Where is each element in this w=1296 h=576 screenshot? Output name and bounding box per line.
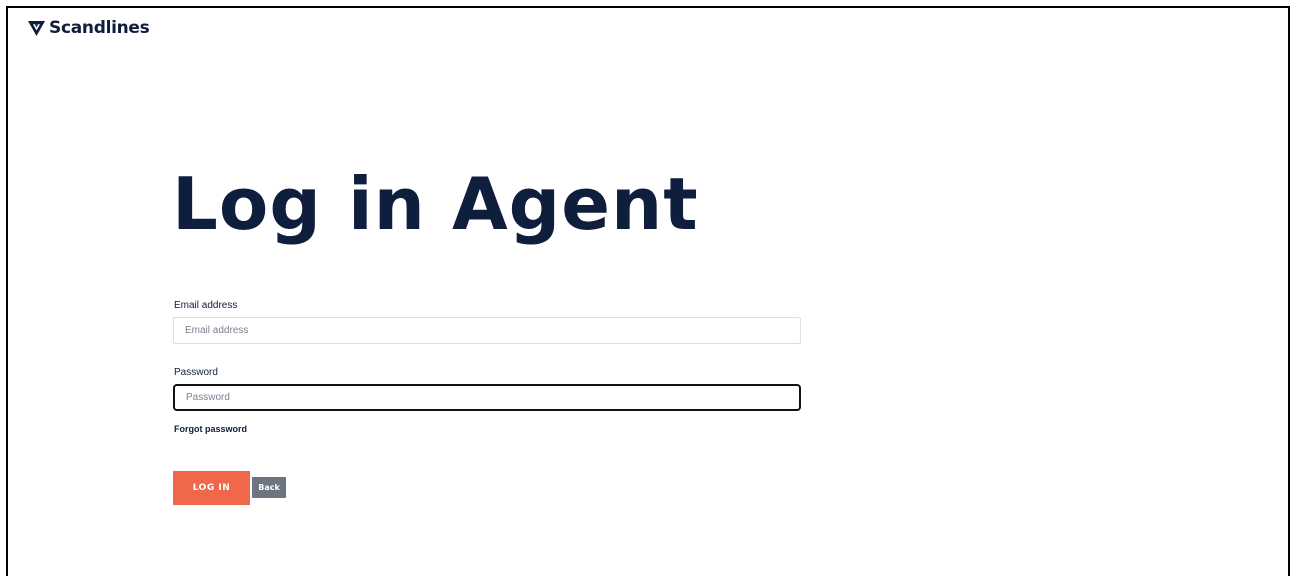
login-button[interactable]: LOG IN	[173, 471, 250, 505]
scandlines-logo[interactable]: Scandlines	[28, 18, 150, 38]
password-input[interactable]	[173, 384, 801, 411]
password-label: Password	[174, 367, 218, 378]
browser-viewport: Scandlines Log in Agent Email address Pa…	[6, 6, 1290, 576]
email-input[interactable]	[173, 317, 801, 344]
page-title: Log in Agent	[172, 162, 699, 246]
forgot-password-link[interactable]: Forgot password	[174, 424, 247, 434]
email-label: Email address	[174, 300, 238, 311]
brand-name: Scandlines	[49, 18, 150, 38]
scandlines-chevron-icon	[28, 20, 45, 36]
back-button[interactable]: Back	[252, 477, 286, 498]
